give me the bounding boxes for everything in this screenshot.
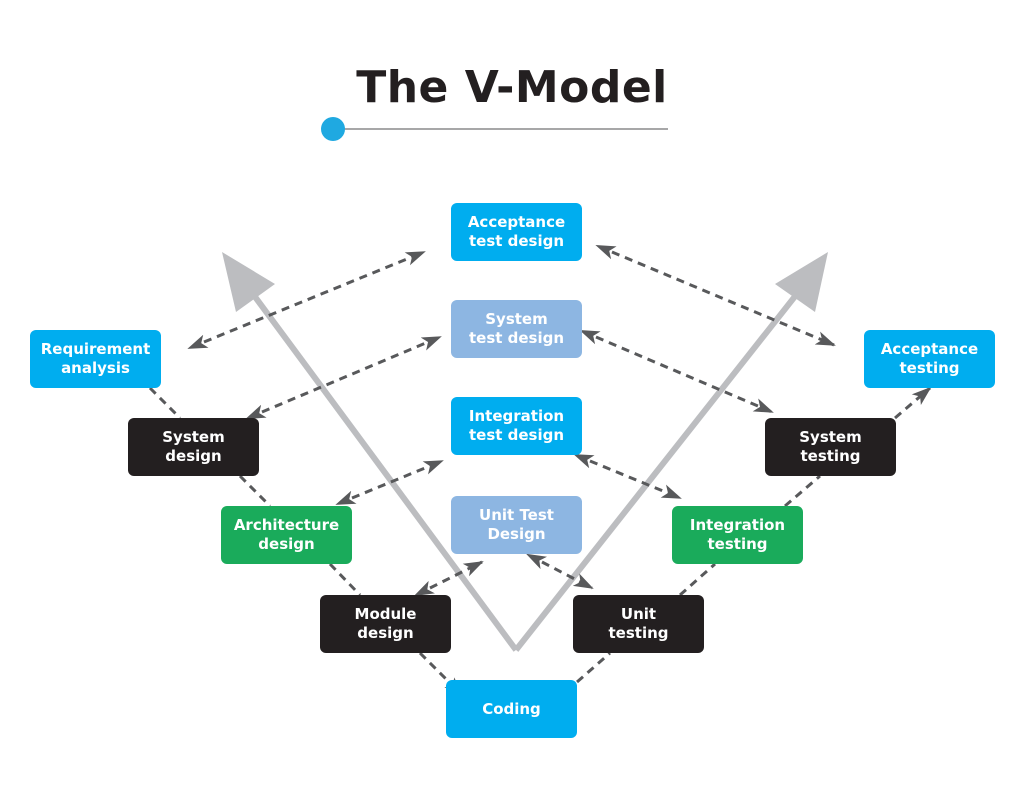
- connector-unit-to-integration-testing: [679, 562, 716, 597]
- node-integration-testing: Integration testing: [672, 506, 803, 564]
- title-dot: [321, 117, 345, 141]
- link-system-test-design-system-testing: [579, 329, 774, 414]
- v-arrow-left-head: [222, 252, 275, 312]
- node-system-design: System design: [128, 418, 259, 476]
- node-unit-test-design: Unit Test Design: [451, 496, 582, 554]
- node-requirement-analysis: Requirement analysis: [30, 330, 161, 388]
- link-system-design-system-test-design: [245, 335, 442, 419]
- connector-system-design-to-architecture: [238, 474, 272, 508]
- connector-integration-to-system-testing: [784, 474, 821, 508]
- node-acceptance-test-design: Acceptance test design: [451, 203, 582, 261]
- connector-architecture-to-module: [328, 562, 362, 597]
- node-system-test-design: System test design: [451, 300, 582, 358]
- connector-coding-to-unit-testing: [576, 651, 611, 684]
- node-acceptance-testing: Acceptance testing: [864, 330, 995, 388]
- v-arrow-right-head: [775, 252, 828, 312]
- node-integration-test-design: Integration test design: [451, 397, 582, 455]
- connector-system-to-acceptance-testing: [894, 386, 932, 420]
- node-unit-testing: Unit testing: [573, 595, 704, 653]
- node-module-design: Module design: [320, 595, 451, 653]
- link-integration-test-design-integration-testing: [573, 454, 682, 500]
- node-system-testing: System testing: [765, 418, 896, 476]
- node-coding: Coding: [446, 680, 577, 738]
- connector-requirement-to-system-design: [148, 386, 182, 420]
- node-architecture-design: Architecture design: [221, 506, 352, 564]
